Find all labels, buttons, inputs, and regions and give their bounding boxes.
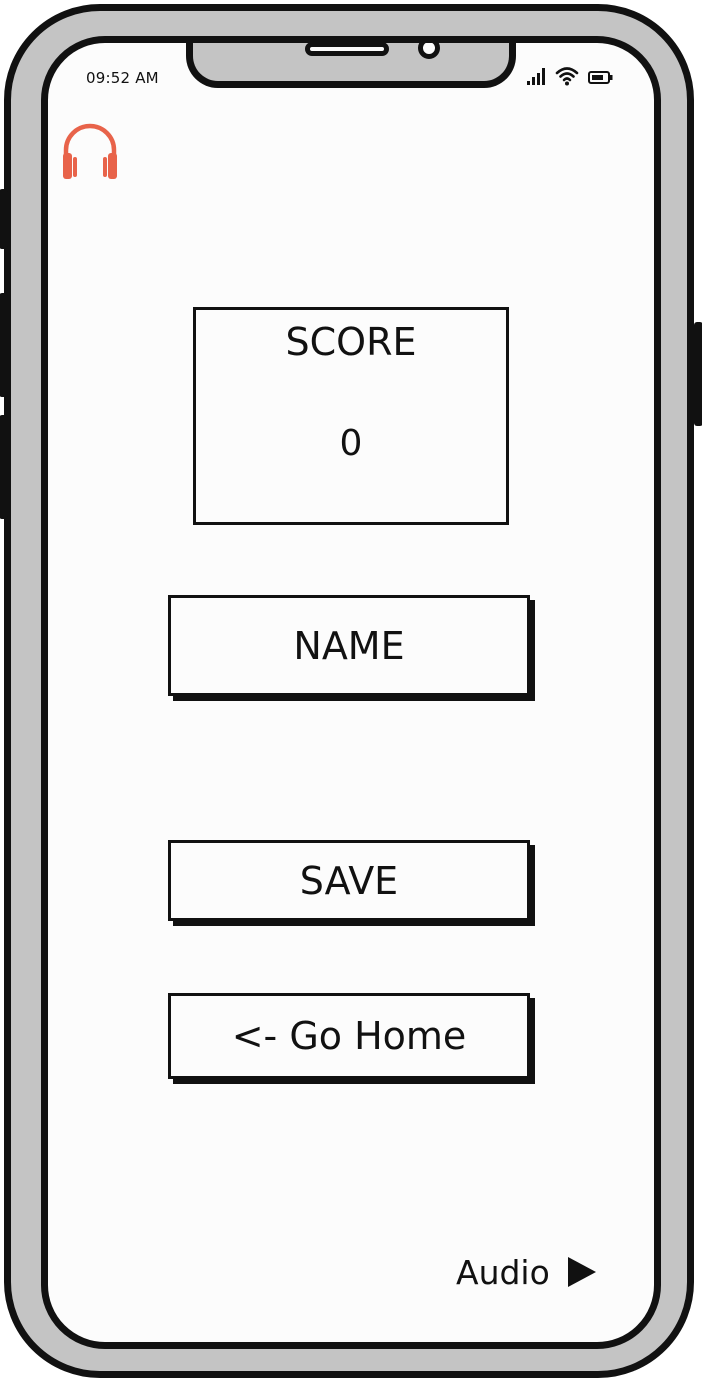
audio-label: Audio [456,1252,550,1292]
phone-power-button [694,322,702,426]
phone-volume-up-button [0,293,8,397]
status-icons [525,65,635,89]
battery-icon [588,71,613,84]
go-home-button[interactable]: <- Go Home [168,993,530,1079]
speaker-grille [305,43,389,56]
score-panel: SCORE 0 [193,307,509,525]
wifi-icon [555,67,579,86]
name-input-label: NAME [293,623,405,668]
save-button[interactable]: SAVE [168,840,530,921]
play-icon [567,1257,596,1287]
cellular-signal-icon [527,68,545,85]
headphones-icon [63,123,117,179]
score-value: 0 [339,423,363,464]
status-time: 09:52 AM [86,69,159,87]
name-input[interactable]: NAME [168,595,530,696]
score-label: SCORE [285,320,417,364]
phone-notch [186,43,516,88]
phone-mute-switch [0,189,8,249]
phone-volume-down-button [0,415,8,519]
audio-toggle[interactable]: Audio [456,1250,598,1294]
phone-screen: 09:52 AM SCORE 0 NAME SAVE <- Go Home Au… [41,36,661,1349]
front-camera [418,43,440,59]
go-home-button-label: <- Go Home [231,1014,467,1058]
save-button-label: SAVE [299,858,399,903]
